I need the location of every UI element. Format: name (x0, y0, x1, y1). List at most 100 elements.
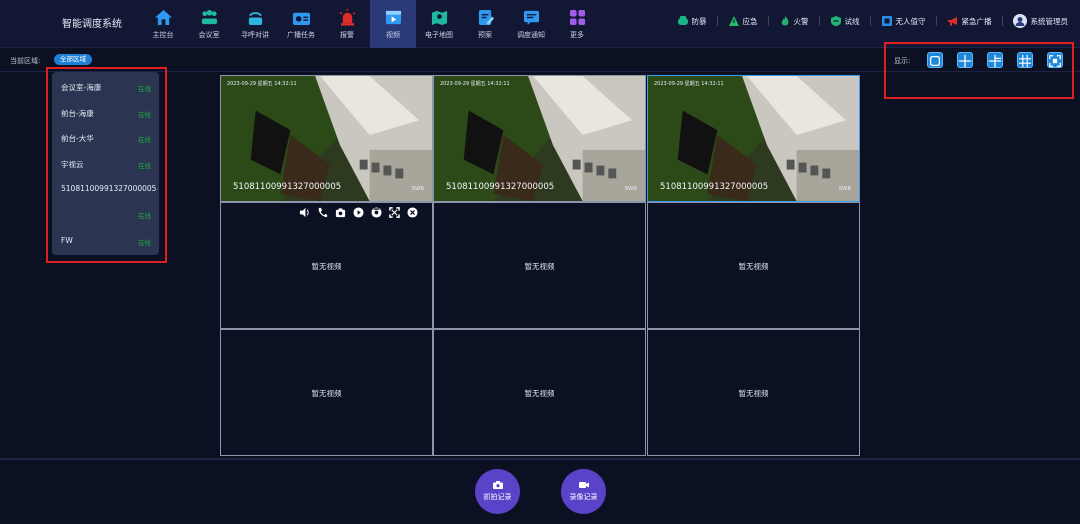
divider (869, 16, 871, 26)
phone-icon (318, 207, 327, 217)
nav-label: 视频 (386, 31, 400, 39)
more-icon (567, 8, 587, 26)
video-device-id: 51081100991327000005 (233, 182, 342, 192)
quick-emergency[interactable]: 应急 (728, 15, 758, 27)
video-cell-8[interactable]: 暂无视频 (433, 329, 646, 456)
video-cell-6[interactable]: 暂无视频 (647, 202, 860, 329)
user-menu[interactable]: 系统管理员 (1012, 14, 1069, 28)
nav-label: 预案 (478, 31, 492, 39)
quick-label: 火警 (793, 16, 809, 26)
volume-icon (299, 207, 309, 217)
divider (1001, 16, 1003, 26)
camera-icon (492, 481, 503, 489)
no-video-text: 暂无视频 (738, 262, 769, 271)
video-device-id: 51081100991327000005 (660, 182, 769, 192)
nav-home[interactable]: 主控台 (140, 0, 186, 48)
riot-icon (677, 15, 689, 27)
highlight-box (46, 67, 167, 263)
quick-actions: 防暴 应急 火警 试线 无人值守 紧急广播 系统管理员 (667, 14, 1069, 28)
snapshot-records-button[interactable]: 抓拍记录 (475, 469, 520, 514)
nav-label: 报警 (340, 31, 354, 39)
snapshot-button[interactable] (334, 206, 346, 218)
meeting-icon (199, 8, 219, 26)
megaphone-icon (947, 15, 959, 27)
divider (818, 16, 820, 26)
no-video-text: 暂无视频 (738, 389, 769, 398)
video-cell-4[interactable]: 暂无视频 (220, 202, 433, 329)
bottom-bar (0, 458, 1080, 524)
close-video-button[interactable] (406, 206, 418, 218)
recording-records-label: 录像记录 (569, 493, 598, 501)
nav-meeting[interactable]: 会议室 (186, 0, 232, 48)
close-icon (406, 206, 418, 218)
nav-intercom[interactable]: 寻呼对讲 (232, 0, 278, 48)
snapshot-records-label: 抓拍记录 (483, 493, 512, 501)
fullscreen-video-button[interactable] (388, 206, 400, 218)
video-device-id: 51081100991327000005 (446, 182, 555, 192)
video-cell-1[interactable]: 2023-09-29 星期五 14:32:11 5108110099132700… (220, 75, 433, 202)
user-avatar-icon (1012, 14, 1027, 28)
nav-alarm[interactable]: 报警 (324, 0, 370, 48)
nav-video[interactable]: 视频 (370, 0, 416, 48)
video-cell-3[interactable]: 2023-09-29 星期五 14:32:11 5108110099132700… (647, 75, 860, 202)
quick-riot[interactable]: 防暴 (677, 15, 707, 27)
nav-notice[interactable]: 调度通知 (508, 0, 554, 48)
video-tag: SW6 (411, 186, 424, 192)
quick-label: 试线 (844, 16, 860, 26)
user-name: 系统管理员 (1030, 16, 1069, 26)
no-video-text: 暂无视频 (311, 262, 342, 271)
nav-label: 调度通知 (517, 31, 545, 39)
alarm-icon (337, 8, 357, 26)
home-icon (153, 8, 173, 26)
video-timestamp: 2023-09-29 星期五 14:32:11 (227, 81, 297, 87)
video-cell-5[interactable]: 暂无视频 (433, 202, 646, 329)
fire-icon (779, 15, 791, 27)
top-bar: 智能调度系统 主控台 会议室 寻呼对讲 广播任务 报警 视频 电子地图 预案 调… (0, 0, 1080, 48)
quick-fire[interactable]: 火警 (779, 15, 809, 27)
emergency-icon (728, 15, 740, 27)
video-timestamp: 2023-09-29 星期五 14:32:11 (440, 81, 510, 87)
highlight-box (884, 42, 1074, 99)
recording-records-button[interactable]: 录像记录 (561, 469, 606, 514)
talk-button[interactable] (316, 206, 328, 218)
line-test-icon (830, 15, 842, 27)
unattended-icon (881, 15, 893, 27)
nav-more[interactable]: 更多 (554, 0, 600, 48)
video-tag: SW6 (624, 186, 637, 192)
video-cell-7[interactable]: 暂无视频 (220, 329, 433, 456)
main-nav: 主控台 会议室 寻呼对讲 广播任务 报警 视频 电子地图 预案 调度通知 更多 (140, 0, 600, 48)
video-icon (383, 8, 403, 26)
ptz-button[interactable] (370, 206, 382, 218)
intercom-icon (245, 8, 265, 26)
nav-label: 广播任务 (287, 31, 315, 39)
nav-broadcast[interactable]: 广播任务 (278, 0, 324, 48)
quick-emergency-broadcast[interactable]: 紧急广播 (947, 15, 992, 27)
nav-label: 主控台 (152, 31, 174, 39)
area-label: 当前区域: (10, 57, 41, 65)
video-tag: SW6 (838, 186, 851, 192)
area-chip-all[interactable]: 全部区域 (54, 54, 92, 65)
quick-label: 紧急广播 (961, 16, 992, 26)
play-icon (352, 206, 364, 218)
quick-label: 无人值守 (895, 16, 926, 26)
quick-line-test[interactable]: 试线 (830, 15, 860, 27)
no-video-text: 暂无视频 (524, 262, 555, 271)
quick-unattended[interactable]: 无人值守 (881, 15, 926, 27)
notice-icon (521, 8, 541, 26)
app-title: 智能调度系统 (62, 19, 122, 30)
quick-label: 应急 (742, 16, 758, 26)
video-cell-9[interactable]: 暂无视频 (647, 329, 860, 456)
camera-icon (335, 207, 345, 217)
nav-plan[interactable]: 预案 (462, 0, 508, 48)
broadcast-icon (291, 8, 311, 26)
volume-button[interactable] (298, 206, 310, 218)
nav-map[interactable]: 电子地图 (416, 0, 462, 48)
divider (935, 16, 937, 26)
video-timestamp: 2023-09-29 星期五 14:32:11 (654, 81, 724, 87)
record-button[interactable] (352, 206, 364, 218)
map-icon (429, 8, 449, 26)
nav-label: 寻呼对讲 (241, 31, 269, 39)
video-cell-2[interactable]: 2023-09-29 星期五 14:32:11 5108110099132700… (433, 75, 646, 202)
divider (767, 16, 769, 26)
video-camera-icon (578, 482, 589, 488)
